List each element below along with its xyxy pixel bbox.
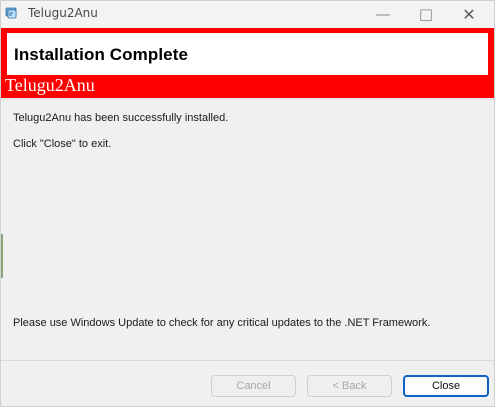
close-icon: ✕ bbox=[462, 4, 476, 24]
installer-header-panel: Installation Complete bbox=[7, 33, 488, 75]
maximize-icon: □ bbox=[418, 5, 434, 23]
window-controls: — □ ✕ bbox=[362, 1, 490, 28]
brand-label: Telugu2Anu bbox=[5, 75, 95, 95]
title-bar[interactable]: Telugu2Anu — □ ✕ bbox=[1, 1, 494, 28]
installer-window: Telugu2Anu — □ ✕ Installation Complete T… bbox=[0, 0, 495, 407]
minimize-icon: — bbox=[375, 5, 391, 23]
installer-header-band: Installation Complete Telugu2Anu bbox=[1, 28, 494, 98]
framework-update-notice: Please use Windows Update to check for a… bbox=[13, 317, 431, 329]
minimize-button[interactable]: — bbox=[362, 1, 404, 28]
cancel-button[interactable]: Cancel bbox=[211, 375, 296, 397]
window-edge-accent bbox=[1, 234, 3, 278]
installer-app-icon bbox=[5, 7, 17, 19]
exit-instruction: Click "Close" to exit. bbox=[13, 138, 112, 150]
close-window-button[interactable]: ✕ bbox=[448, 1, 490, 28]
back-button[interactable]: < Back bbox=[307, 375, 392, 397]
header-divider bbox=[1, 98, 494, 100]
page-title: Installation Complete bbox=[14, 45, 189, 64]
maximize-button[interactable]: □ bbox=[405, 1, 447, 28]
close-button[interactable]: Close bbox=[403, 375, 489, 397]
window-title: Telugu2Anu bbox=[28, 6, 98, 20]
footer-divider bbox=[1, 360, 494, 361]
success-message: Telugu2Anu has been successfully install… bbox=[13, 112, 229, 124]
